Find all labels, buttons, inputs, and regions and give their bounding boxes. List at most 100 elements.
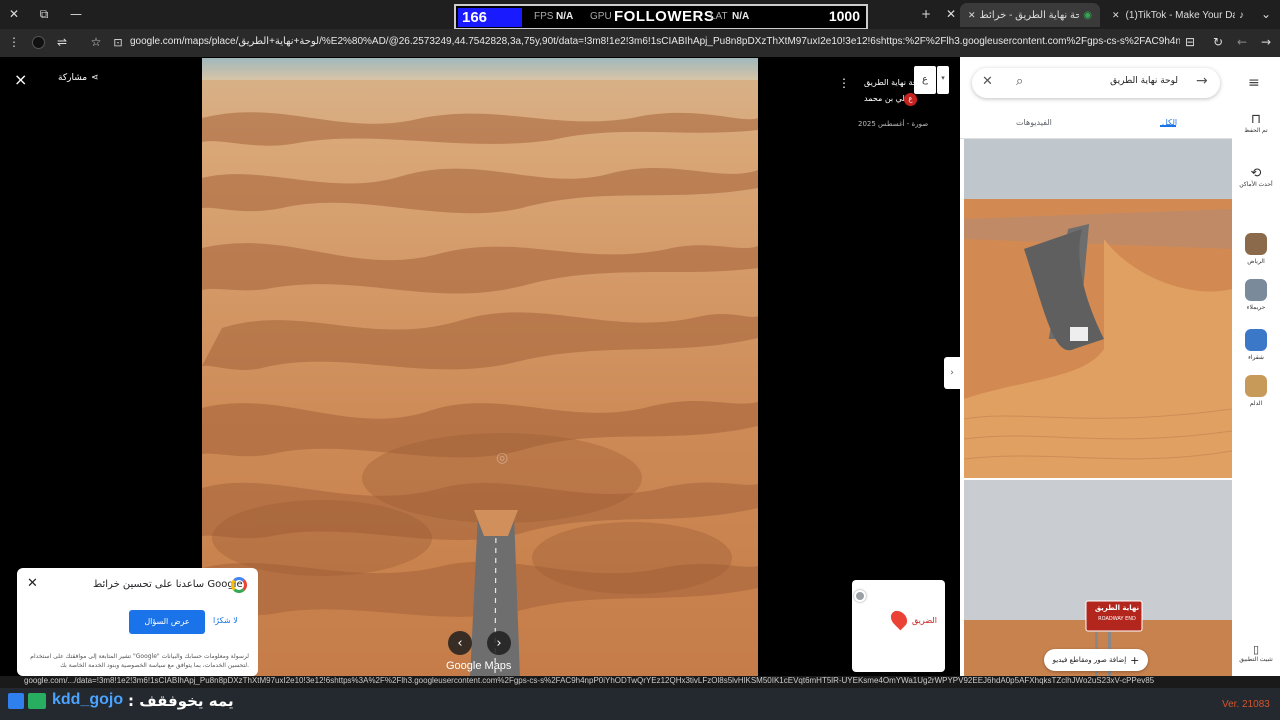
share-icon: ⋖ [91, 73, 99, 83]
maps-favicon-icon: ◉ [1083, 9, 1092, 21]
rail-label: حريملاء [1246, 305, 1266, 311]
author-name[interactable]: علي بن محمد [864, 94, 910, 103]
collapse-panel-button[interactable]: › [944, 357, 960, 389]
bookmark-icon: ⊓ [1250, 111, 1262, 126]
next-photo-button[interactable]: › [487, 631, 511, 655]
author-avatar: ع [904, 93, 917, 106]
search-icon[interactable]: ⌕ [1016, 74, 1023, 89]
tab-all[interactable]: الكل [1162, 118, 1177, 127]
forward-icon[interactable]: → [1256, 33, 1276, 51]
fps-na: N/A [556, 11, 574, 22]
no-thanks-button[interactable]: لا شكرًا [213, 616, 238, 625]
app-icon [8, 693, 24, 709]
rail-riyadh[interactable]: الرياض [1232, 233, 1280, 265]
search-input[interactable]: لوحة نهاية الطريق [1038, 76, 1178, 86]
minimize-icon[interactable]: — [66, 5, 86, 23]
tab-title: لوحة نهاية الطريق - خرائط Google [979, 9, 1080, 21]
rail-dilam[interactable]: الدلم [1232, 375, 1280, 407]
chevron-down-icon[interactable]: ⌄ [1256, 5, 1276, 23]
place-title[interactable]: لوحة نهاية الطريق [864, 78, 916, 87]
tab-google-maps[interactable]: ✕ لوحة نهاية الطريق - خرائط Google ◉ [960, 3, 1100, 27]
chat-message: : يمه يخوفقف [128, 692, 234, 710]
url-text[interactable]: google.com/maps/place/لوحة+نهاية+الطريق/… [130, 36, 1180, 47]
tune-icon[interactable]: ⇌ [52, 33, 72, 51]
tab-tiktok[interactable]: ✕ (1)TikTok - Make Your Day ♪ [1104, 3, 1252, 27]
more-options-icon[interactable]: ⋮ [838, 76, 850, 90]
site-info-icon[interactable]: ⊡ [108, 33, 128, 51]
rail-shaqra[interactable]: شقراء [1232, 329, 1280, 361]
feedback-card: ✕ ساعدنا على تحسين خرائط Google عرض السؤ… [17, 568, 258, 676]
phone-icon: ▯ [1252, 644, 1260, 656]
rail-label: الدلم [1249, 401, 1263, 407]
place-thumb [1245, 329, 1267, 351]
chevron-down-icon[interactable]: ▾ [937, 66, 949, 94]
google-logo-icon [231, 577, 247, 593]
share-label: مشاركة [58, 73, 88, 83]
close-viewer-icon[interactable]: × [14, 70, 27, 89]
rail-saved[interactable]: ⊓ تم الحفظ [1232, 111, 1280, 134]
sign-line1: نهاية الطريق [1094, 604, 1140, 612]
language-toggle[interactable]: ع [914, 66, 936, 94]
side-rail: ≡ ⊓ تم الحفظ ⟲ أحدث الأماكن الرياض حريمل… [1232, 57, 1280, 677]
desert-road-photo[interactable] [202, 58, 758, 678]
followers-label: FOLLOWERS [614, 8, 715, 25]
lat-na: N/A [732, 11, 750, 22]
rail-label: أحدث الأماكن [1239, 182, 1273, 188]
rail-recent[interactable]: ⟲ أحدث الأماكن [1232, 165, 1280, 188]
stream-chat-bar: kdd_gojo : يمه يخوفقف Ver. 21083 [0, 688, 1280, 720]
history-icon: ⟲ [1250, 165, 1262, 180]
profile-icon[interactable] [32, 36, 45, 49]
map-pin-icon [887, 607, 911, 631]
photo-tile-road[interactable] [964, 139, 1232, 478]
platform-icon [28, 693, 46, 709]
place-thumb [1245, 279, 1267, 301]
rail-label: شقراء [1248, 355, 1264, 361]
tab-videos[interactable]: الفيديوهات [1016, 118, 1052, 127]
back-arrow-icon[interactable]: → [1196, 73, 1208, 89]
fps-value: 166 [458, 8, 522, 27]
close-tab-icon[interactable]: ✕ [941, 5, 961, 23]
sign-line2: ROADWAY END [1098, 616, 1136, 622]
reload-icon[interactable]: ↻ [1208, 33, 1228, 51]
google-maps-watermark: Google Maps [446, 660, 512, 672]
back-icon[interactable]: ← [1232, 33, 1252, 51]
minimap[interactable]: الضريق [852, 580, 945, 672]
status-url-bar: google.com/.../data=!3m8!1e2!3m6!1sCIABI… [0, 676, 1280, 688]
chat-username: kdd_gojo [52, 691, 124, 708]
share-button[interactable]: مشاركة ⋖ [58, 73, 99, 83]
version-label: Ver. 21083 [1222, 699, 1270, 710]
lat-label: LAT [710, 11, 728, 22]
rail-label: تثبيت التطبيق [1239, 657, 1273, 663]
new-tab-icon[interactable]: + [916, 5, 936, 23]
photo-tile-sign[interactable] [964, 480, 1232, 677]
fps-label: FPS [534, 11, 554, 22]
stream-fps-overlay: 166 FPS N/A GPU FOLLOWERS LAT N/A 1000 [454, 4, 868, 30]
minimap-place-label: الضريق [912, 616, 937, 625]
rail-install-app[interactable]: ▯ تثبيت التطبيق [1232, 643, 1280, 663]
star-icon[interactable]: ☆ [86, 33, 106, 51]
chevron-left-icon: ‹ [457, 635, 463, 651]
show-question-button[interactable]: عرض السؤال [129, 610, 205, 634]
photos-panel: نهاية الطريق ROADWAY END إضافة صور ومقاط… [960, 57, 1232, 677]
rail-label: الرياض [1247, 259, 1265, 265]
place-thumb [1245, 233, 1267, 255]
close-icon[interactable]: ✕ [27, 576, 38, 591]
close-icon[interactable]: ✕ [968, 10, 976, 21]
rail-huraymila[interactable]: حريملاء [1232, 279, 1280, 311]
add-photos-button[interactable]: إضافة صور ومقاطع فيديو + [1044, 649, 1148, 671]
photo-date: صورة - أغسطس 2025 [858, 120, 929, 128]
close-icon[interactable]: ✕ [4, 5, 24, 23]
place-thumb [1245, 375, 1267, 397]
prev-photo-button[interactable]: ‹ [448, 631, 472, 655]
rail-label: تم الحفظ [1244, 128, 1268, 134]
close-icon[interactable]: ✕ [1112, 10, 1120, 21]
tab-group-icon[interactable]: ⧉ [34, 5, 54, 23]
tiktok-favicon-icon: ♪ [1239, 9, 1244, 21]
install-icon[interactable]: ⊟ [1180, 33, 1200, 51]
menu-dots-icon[interactable]: ⋮ [4, 33, 24, 51]
menu-icon[interactable]: ≡ [1248, 75, 1260, 91]
clear-search-icon[interactable]: ✕ [982, 74, 993, 89]
tab-title: (1)TikTok - Make Your Day [1125, 9, 1235, 21]
feedback-body: تشير المتابعة إلى موافقتك على استخدام "G… [30, 653, 249, 669]
search-box[interactable]: ✕ ⌕ لوحة نهاية الطريق → [972, 68, 1220, 98]
